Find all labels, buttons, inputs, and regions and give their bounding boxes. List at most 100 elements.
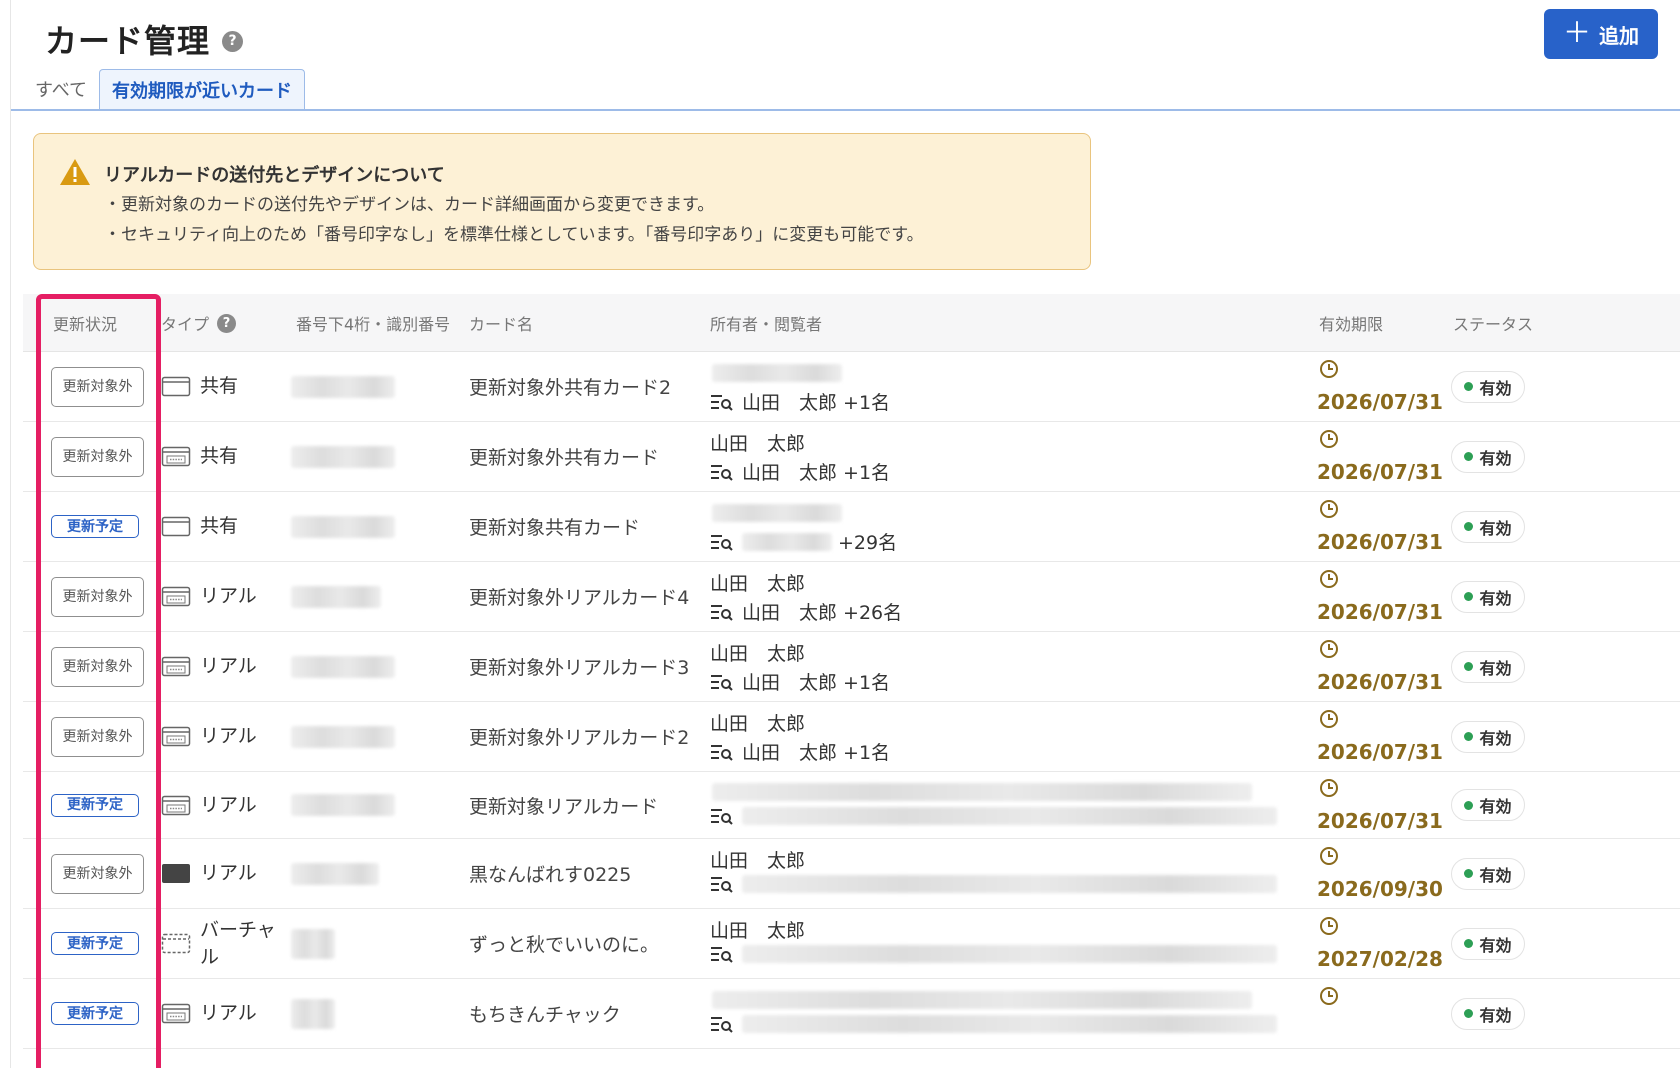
renewal-status-badge: 更新対象外 (51, 716, 144, 757)
redacted-owner (712, 504, 842, 522)
renewal-cell: 更新予定 (51, 492, 139, 561)
plus-icon: ＋ (1562, 16, 1591, 48)
card-name-link[interactable]: 更新対象リアルカード (469, 792, 658, 819)
table-row[interactable]: 更新対象外 共有 更新対象外共有カード 山田 太郎 山田 太郎 +1名 2026/07/3… (23, 422, 1680, 492)
viewer-list-icon (711, 809, 733, 825)
numbered-card-icon (161, 446, 191, 467)
owner-cell: 山田 太郎 (710, 839, 1290, 908)
owner-cell (710, 772, 1290, 838)
status-dot-icon (1464, 522, 1474, 531)
status-cell: 有効 (1451, 352, 1525, 421)
status-cell: 有効 (1451, 492, 1525, 561)
card-name-link[interactable]: 更新対象外共有カード2 (469, 373, 671, 400)
card-name-link[interactable]: 黒なんばれす0225 (469, 860, 631, 887)
card-name-link[interactable]: 更新対象外リアルカード3 (469, 653, 689, 680)
card-type: リアル (200, 725, 257, 747)
card-type: リアル (200, 585, 257, 607)
status-badge: 有効 (1451, 789, 1525, 821)
viewer-list: 山田 太郎 +1名 (710, 388, 890, 415)
status-dot-icon (1464, 382, 1474, 391)
number-cell (291, 422, 395, 491)
card-name-link[interactable]: 更新対象共有カード (469, 513, 640, 540)
name-cell: 更新対象外リアルカード4 (469, 562, 689, 631)
table-row[interactable]: 更新予定 リアル 更新対象リアルカード 2026/07/31 有効 (23, 772, 1680, 839)
card-type: リアル (200, 655, 257, 677)
clock-icon (1320, 570, 1338, 588)
owner-name: 山田 太郎 (710, 713, 806, 735)
status-cell: 有効 (1451, 909, 1525, 978)
clock-icon (1320, 360, 1338, 378)
status-label: 有効 (1479, 728, 1512, 748)
column-type: タイプ ? (161, 294, 237, 352)
status-dot-icon (1464, 592, 1474, 601)
card-name-link[interactable]: 更新対象外リアルカード4 (469, 583, 689, 610)
numbered-card-icon (161, 656, 191, 677)
card-name-link[interactable]: 更新対象外リアルカード2 (469, 723, 689, 750)
viewer-names: 山田 太郎 +1名 (742, 672, 891, 694)
redacted-card-number (291, 998, 335, 1029)
redacted-owner (712, 783, 1252, 801)
viewer-names: 山田 太郎 +1名 (742, 462, 891, 484)
redacted-owner (712, 364, 842, 382)
card-name-link[interactable]: もちきんチャック (469, 1000, 621, 1027)
number-cell (291, 979, 335, 1048)
table-row[interactable]: 更新対象外 共有 更新対象外共有カード2 山田 太郎 +1名 2026/07/31 有効 (23, 352, 1680, 422)
renewal-cell: 更新予定 (51, 772, 139, 838)
table-row[interactable]: 更新予定 リアル もちきんチャック 有効 (23, 979, 1680, 1049)
number-cell (291, 909, 335, 978)
tab-bar: すべて 有効期限が近いカード (23, 69, 306, 110)
type-cell: リアル (161, 562, 257, 631)
column-card-name: カード名 (469, 315, 534, 334)
numbered-card-icon (161, 1003, 191, 1024)
viewer-list: 山田 太郎 +26名 (710, 598, 902, 625)
card-name-link[interactable]: ずっと秋でいいのに。 (469, 930, 659, 957)
clock-icon (1320, 987, 1338, 1005)
renewal-status-badge: 更新予定 (51, 1002, 139, 1025)
viewer-list-icon (711, 1017, 733, 1033)
add-card-button[interactable]: ＋ 追加 (1544, 9, 1658, 59)
redacted-viewer (742, 875, 1277, 893)
card-name-link[interactable]: 更新対象外共有カード (469, 443, 659, 470)
expiry-cell: 2026/07/31 (1317, 422, 1447, 491)
expiry-date: 2026/09/30 (1317, 877, 1443, 901)
help-icon[interactable]: ? (222, 30, 244, 52)
type-cell: 共有 (161, 352, 238, 421)
name-cell: 更新対象外共有カード (469, 422, 659, 491)
name-cell: 更新対象リアルカード (469, 772, 658, 838)
renewal-cell: 更新対象外 (51, 702, 144, 771)
help-icon[interactable]: ? (217, 313, 237, 333)
table-row[interactable]: 更新対象外 リアル 更新対象外リアルカード3 山田 太郎 山田 太郎 +1名 2026/0… (23, 632, 1680, 702)
status-label: 有効 (1479, 518, 1512, 538)
expiry-date: 2026/07/31 (1317, 740, 1443, 764)
name-cell: 更新対象外共有カード2 (469, 352, 671, 421)
table-row[interactable]: 更新予定 共有 更新対象共有カード +29名 2026/07/31 有効 (23, 492, 1680, 562)
expiry-date: 2027/02/28 (1317, 947, 1443, 971)
type-cell: リアル (161, 632, 257, 701)
status-cell: 有効 (1451, 422, 1525, 491)
name-cell: ずっと秋でいいのに。 (469, 909, 659, 978)
renewal-cell: 更新予定 (51, 909, 139, 978)
notice-box: リアルカードの送付先とデザインについて ・更新対象のカードの送付先やデザインは、… (33, 133, 1091, 270)
name-cell: 黒なんばれす0225 (469, 839, 631, 908)
status-cell: 有効 (1451, 839, 1525, 908)
tab-expiring-soon[interactable]: 有効期限が近いカード (99, 69, 306, 110)
status-cell: 有効 (1451, 979, 1525, 1048)
card-management-page: カード管理 ? ＋ 追加 すべて 有効期限が近いカード リアルカードの送付先とデ… (10, 0, 1680, 1068)
viewer-list: 山田 太郎 +1名 (710, 458, 890, 485)
redacted-card-number (291, 862, 379, 885)
number-cell (291, 772, 395, 838)
expiry-cell: 2026/07/31 (1317, 352, 1447, 421)
type-cell: バーチャル (161, 909, 284, 978)
table-row[interactable]: 更新対象外 リアル 黒なんばれす0225 山田 太郎 2026/09/30 有効 (23, 839, 1680, 909)
table-row[interactable]: 更新対象外 リアル 更新対象外リアルカード2 山田 太郎 山田 太郎 +1名 2026/0… (23, 702, 1680, 772)
clock-icon (1320, 917, 1338, 935)
numbered-card-icon (161, 795, 191, 815)
status-badge: 有効 (1451, 997, 1525, 1030)
owner-name: 山田 太郎 (710, 573, 806, 595)
table-row[interactable]: 更新予定 バーチャル ずっと秋でいいのに。 山田 太郎 2027/02/28 有効 (23, 909, 1680, 979)
owner-cell: 山田 太郎 山田 太郎 +1名 (710, 422, 1290, 491)
clock-icon (1320, 430, 1338, 448)
tab-all[interactable]: すべて (23, 76, 99, 110)
table-row[interactable]: 更新対象外 リアル 更新対象外リアルカード4 山田 太郎 山田 太郎 +26名 2026/… (23, 562, 1680, 632)
viewer-list (710, 875, 1277, 893)
